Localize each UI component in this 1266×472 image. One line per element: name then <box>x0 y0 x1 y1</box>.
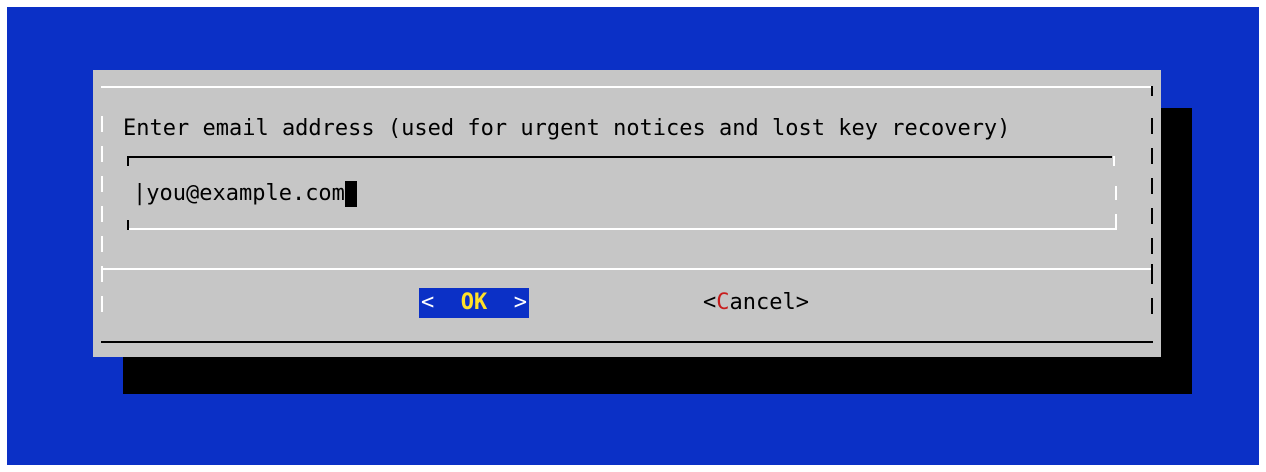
input-border-top <box>127 156 1112 158</box>
dialog-prompt: Enter email address (used for urgent not… <box>123 116 1011 141</box>
ok-button-right-bracket: > <box>513 290 527 315</box>
button-row: < OK > <Cancel> <box>93 288 1161 322</box>
terminal-screen: Enter email address (used for urgent not… <box>7 7 1259 465</box>
cancel-button-hotkey: C <box>716 290 730 315</box>
cancel-button-right-bracket: > <box>795 290 809 315</box>
dialog-border-bottom <box>101 341 1153 343</box>
separator-corner <box>1151 264 1153 278</box>
input-border-corner-bl <box>127 220 129 230</box>
email-input[interactable]: | you@example.com <box>133 178 1103 210</box>
cancel-button-label-rest: ancel <box>729 290 796 315</box>
input-border-right <box>1115 186 1117 228</box>
cancel-button[interactable]: <Cancel> <box>703 288 809 318</box>
ok-button-label-rest: K <box>474 290 488 315</box>
dialog-border-top <box>101 86 1153 88</box>
cancel-button-left-bracket: < <box>703 290 717 315</box>
input-border-corner-tl <box>127 156 129 166</box>
email-input-value: you@example.com <box>146 181 345 206</box>
ok-button-left-bracket: < <box>421 290 435 315</box>
ok-button[interactable]: < OK > <box>419 288 529 318</box>
input-left-edge: | <box>133 181 147 206</box>
text-cursor <box>344 181 357 207</box>
button-separator <box>101 268 1153 270</box>
ok-button-hotkey: O <box>460 290 474 315</box>
input-border-bottom <box>127 228 1117 230</box>
email-dialog: Enter email address (used for urgent not… <box>93 70 1161 357</box>
dialog-border-corner <box>1151 86 1153 96</box>
email-input-frame: | you@example.com <box>127 156 1122 238</box>
input-border-corner-tr <box>1113 156 1115 166</box>
dialog-border-right <box>1151 118 1153 314</box>
